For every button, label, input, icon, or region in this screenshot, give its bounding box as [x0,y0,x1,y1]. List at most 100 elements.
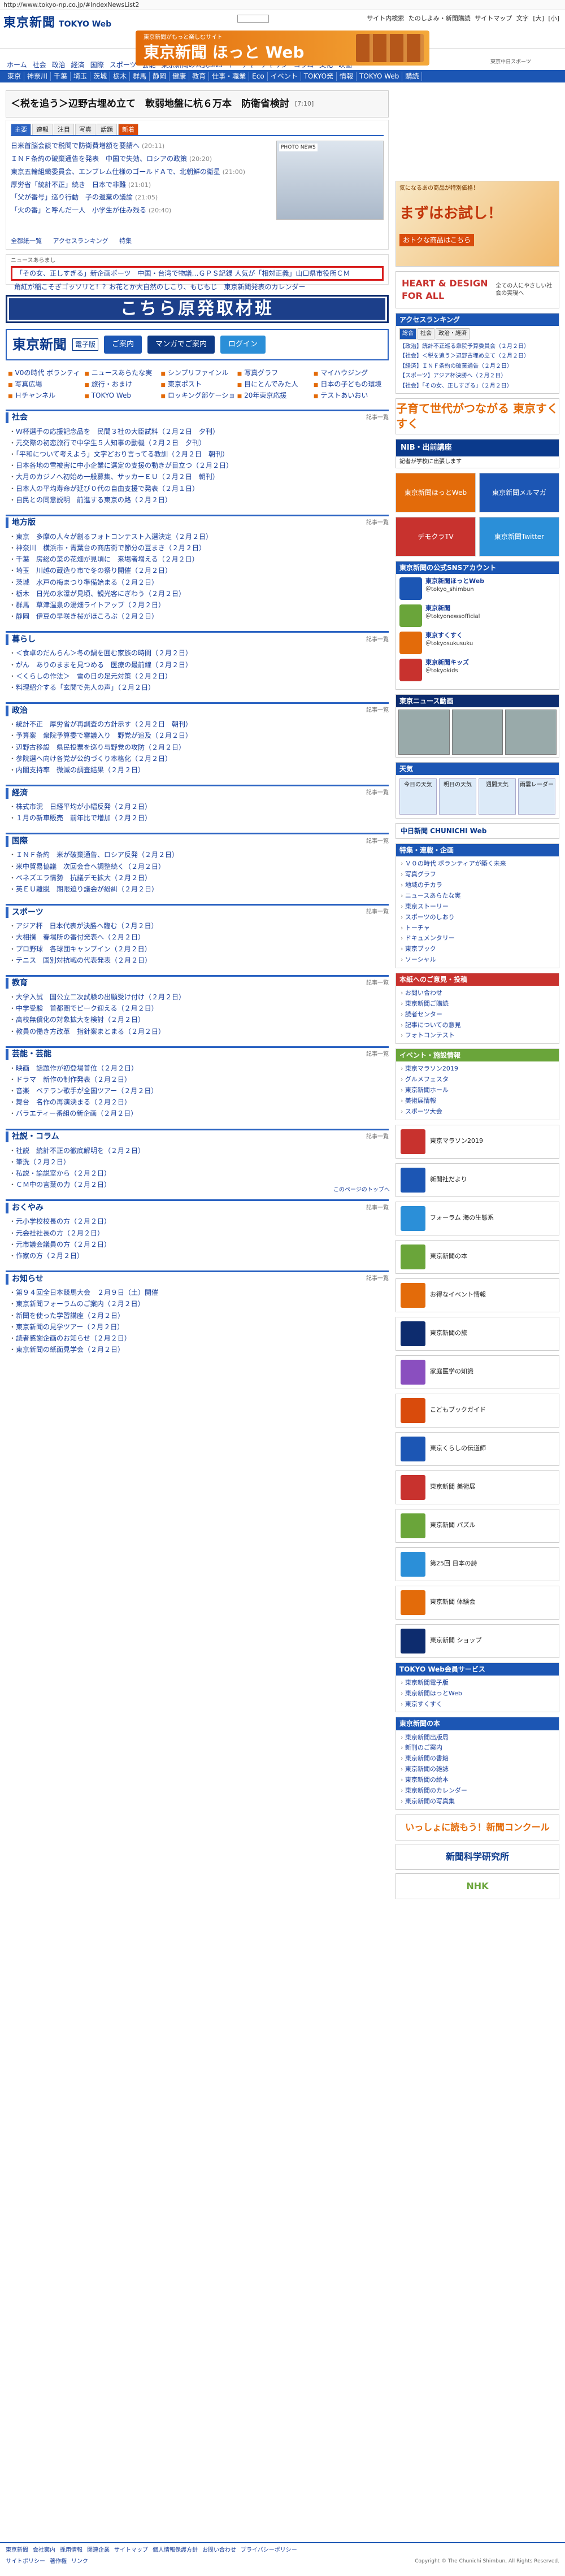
section-item[interactable]: 元会社社長の方（２月２日） [9,1228,385,1239]
sidebar-link[interactable]: ソーシャル [401,955,554,965]
ad-title[interactable]: 東京新聞 体験会 [430,1598,476,1607]
section-item[interactable]: 大相撲 春場所の番付発表へ（２月２日） [9,932,385,943]
section-item[interactable]: 読者感謝企画のお知らせ（２月２日） [9,1333,385,1344]
sidebar-link[interactable]: スポーツのしおり [401,912,554,923]
side-ad[interactable]: 新聞社だより [395,1163,559,1197]
sidebar-link[interactable]: 東京新聞ほっとWeb [401,1689,554,1699]
side-ad[interactable]: 東京新聞 体験会 [395,1585,559,1620]
news-item[interactable]: 日米首脳会談で税関で防衛費増額を要請へ (20:11) [11,140,265,153]
nav-region-link[interactable]: 埼玉 [71,72,91,81]
section-item[interactable]: 群馬 草津温泉の湯畑ライトアップ（２月２日） [9,599,385,611]
service-link[interactable]: 写真広場 [8,380,81,389]
side-ad[interactable]: 東京新聞の旅 [395,1316,559,1351]
section-item[interactable]: 辺野古移設 県民投票を巡り与野党の攻防（２月２日） [9,742,385,753]
side-ad[interactable]: 東京くらしの伝道師 [395,1431,559,1466]
news-item-title[interactable]: 「火の番」と呼んだ一人 小学生が住み残る [11,206,146,214]
hotweb-banner[interactable]: 東京新聞がもっと楽しむサイト 東京新聞 ほっと Web [136,31,429,66]
service-link[interactable]: 旅行・おまけ [84,380,157,389]
ticker-highlighted-item[interactable]: 「その女、正しすぎる」新企画ポーツ 中国・台湾で物議…ＧＰＳ記録 人気が「相対正… [11,266,384,281]
service-link[interactable]: 写真グラフ [237,368,310,377]
mini-link[interactable]: アクセスランキング [53,237,108,245]
top-headline[interactable]: ＜税を追う＞辺野古埋め立て 軟弱地盤に杭６万本 防衛省検討 [7:10] [6,90,389,118]
nav-link[interactable]: 国際 [90,61,104,69]
section-title[interactable]: スポーツ [6,907,44,918]
section-item[interactable]: 新聞を使った学習講座（２月２日） [9,1310,385,1321]
side-ad[interactable]: 東京新聞 美術展 [395,1470,559,1504]
ad-title[interactable]: 新聞社だより [430,1176,467,1184]
service-link[interactable]: ニュースあらたな実 [84,368,157,377]
sns-account[interactable]: 東京新聞キッズ ＠tokyokids [399,658,555,681]
sns-name[interactable]: 東京すくすく [425,632,473,640]
section-item[interactable]: 日本各地の雪被害に中小企業に選定の支援の動きが目立つ（２月２日） [9,460,385,471]
section-item[interactable]: プロ野球 各球団キャンプイン（２月２日） [9,943,385,955]
sidebar-link[interactable]: ドキュメンタリー [401,933,554,944]
nav-ad[interactable]: 東京中日スポーツ [490,59,563,70]
section-title[interactable]: 国際 [6,836,28,847]
nib-banner[interactable]: NIB・出前講座 記者が学校に出張します [395,439,559,468]
top-link[interactable]: たのしよみ・新聞購読 [408,15,471,22]
footer-link[interactable]: サイトマップ [114,2547,148,2553]
ad-title[interactable]: こどもブックガイド [430,1406,486,1415]
section-item[interactable]: 英ＥＵ離脱 期限迫り議会が紛糾（２月２日） [9,884,385,895]
ad-title[interactable]: 東京新聞 ショップ [430,1637,482,1645]
guide-button[interactable]: ご案内 [104,336,142,354]
sns-account[interactable]: 東京新聞ほっとWeb ＠tokyo_shimbun [399,577,555,600]
section-item[interactable]: がん ありのままを見つめる 医療の最前線（２月２日） [9,659,385,671]
section-more-link[interactable]: 記事一覧 [366,636,389,644]
sidebar-link[interactable]: 東京新聞ホール [401,1085,554,1096]
news-tab[interactable]: 速報 [32,124,53,135]
news-item[interactable]: 東京五輪組織委員会、エンブレム仕様のゴールドＡで、北朝鮮の衛星 (21:00) [11,166,265,179]
side-ad[interactable]: 東京新聞の本 [395,1239,559,1274]
section-item[interactable]: 東京 多摩の人々が創るフォトコンテスト入選決定（２月２日） [9,531,385,542]
sidebar-link[interactable]: 写真グラフ [401,869,554,880]
nav-region-link[interactable]: 千葉 [51,72,71,81]
sidebar-link[interactable]: 東京新聞の絵本 [401,1775,554,1786]
nav-region-link[interactable]: 情報 [337,72,357,81]
section-item[interactable]: バラエティー番組の新企画（２月２日） [9,1108,385,1119]
mini-link[interactable]: 全都紙一覧 [11,237,42,245]
service-link[interactable]: マイハウジング [314,368,386,377]
section-item[interactable]: 静岡 伊豆の早咲き桜がほころぶ（２月２日） [9,611,385,622]
section-item[interactable]: アジア杯 日本代表が決勝へ臨む（２月２日） [9,920,385,932]
ranking-item[interactable]: 【経済】ＩＮＦ条約の破棄通告（２月２日） [399,362,555,372]
section-item[interactable]: 米中貿易協議 次回会合へ調整続く（２月２日） [9,861,385,872]
ranking-tab[interactable]: 政治・経済 [436,328,470,340]
sidebar-link[interactable]: 東京新聞のカレンダー [401,1786,554,1796]
section-item[interactable]: 統計不正 厚労省が再調査の方針示す（２月２日 朝刊） [9,719,385,730]
section-title[interactable]: 政治 [6,705,28,716]
section-item[interactable]: 社説 統計不正の徹底解明を（２月２日） [9,1145,385,1156]
photo-news[interactable]: PHOTO NEWS [276,141,384,220]
login-button[interactable]: ログイン [220,336,266,354]
section-title[interactable]: 教育 [6,978,28,989]
news-item-title[interactable]: 厚労省「統計不正」続き 日本で非難 [11,181,126,189]
nav-region-link[interactable]: 栃木 [110,72,131,81]
section-title[interactable]: おくやみ [6,1202,44,1213]
nav-link[interactable]: 社会 [33,61,46,69]
nav-link[interactable]: 政治 [52,61,66,69]
ranking-tab[interactable]: 社会 [418,328,434,340]
section-item[interactable]: 茨城 水戸の梅まつり準備始まる（２月２日） [9,577,385,588]
sns-account[interactable]: 東京すくすく ＠tokyosukusuku [399,631,555,654]
site-logo[interactable]: 東京新聞 TOKYO Web [3,15,111,32]
weather-tile[interactable]: 今日の天気 [399,778,437,815]
section-item[interactable]: 作家の方（２月２日） [9,1250,385,1261]
ad-title[interactable]: フォーラム 海の生態系 [430,1214,494,1222]
service-link[interactable]: ロッキング部ケーション [160,391,234,400]
sukusuku-banner[interactable]: 子育て世代がつながる 東京すくすく [395,398,559,435]
promo-ad[interactable]: 気になるあの商品が特別価格！ まずはお試し！ おトクな商品はこちら [395,181,559,267]
news-tab[interactable]: 写真 [75,124,95,135]
ad-title[interactable]: 東京マラソン2019 [430,1137,483,1146]
sidebar-link[interactable]: 美術展情報 [401,1096,554,1107]
section-item[interactable]: テニス 国別対抗戦の代表発表（２月２日） [9,955,385,966]
service-link[interactable]: Ｈチャンネル [8,391,81,400]
news-item[interactable]: ＩＮＦ条約の破棄通告を発表 中国で失効、ロシアの政策 (20:20) [11,153,265,166]
section-item[interactable]: 「平和について考えよう」文字どおり言ってる教訓（２月２日 朝刊） [9,449,385,460]
section-title[interactable]: 地方版 [6,517,36,529]
nav-region-link[interactable]: TOKYO Web [357,72,403,81]
sidebar-link[interactable]: Ｖ０の時代 ボランティアが築く未来 [401,859,554,869]
section-item[interactable]: 株式市況 日経平均が小幅反発（２月２日） [9,801,385,812]
sidebar-link[interactable]: 東京すくすく [401,1699,554,1710]
section-item[interactable]: 教員の働き方改革 指針案まとまる（２月２日） [9,1026,385,1037]
section-more-link[interactable]: 記事一覧 [366,707,389,715]
ad-title[interactable]: 東京新聞の本 [430,1252,467,1261]
